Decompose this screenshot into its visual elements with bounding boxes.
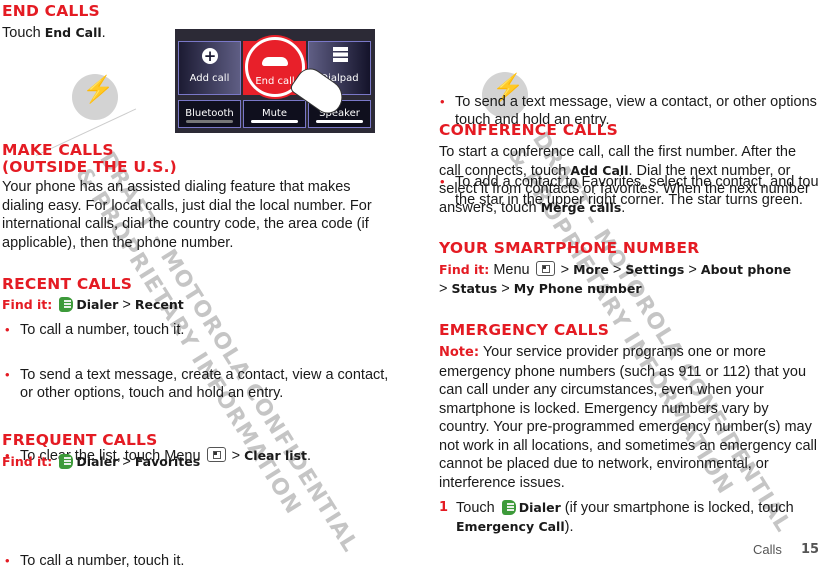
end-calls-text: Touch End Call.	[2, 24, 106, 43]
in-call-screen-image: + Add call End call End call Dialpad Blu…	[175, 29, 375, 133]
footer-section-name: Calls	[753, 542, 782, 557]
path-separator: >	[231, 447, 241, 464]
frequent-bullet-1: • To call a number, touch it.	[2, 552, 400, 571]
step-prefix: Touch	[456, 500, 495, 516]
path-separator: >	[612, 262, 622, 278]
path-settings: Settings	[625, 262, 685, 277]
frequent-bullet-1-text: To call a number, touch it.	[20, 553, 185, 569]
recent-calls-find-it: Find it: Dialer > Recent	[2, 296, 184, 315]
end-calls-text-suffix: .	[101, 25, 106, 41]
emergency-note: Note: Your service provider programs one…	[439, 343, 817, 492]
find-it-label: Find it:	[2, 297, 53, 312]
path-separator: >	[122, 297, 131, 313]
make-calls-heading: Make Calls (outside the U.S.)	[2, 142, 177, 176]
page-number: 15	[801, 542, 818, 557]
dialer-app-icon	[501, 500, 516, 515]
menu-label: Menu	[493, 262, 530, 278]
add-call-label: Add call	[189, 72, 230, 84]
path-dialer: Dialer	[76, 454, 119, 469]
emergency-call-label: Emergency Call	[456, 518, 565, 534]
bullet-dot: •	[5, 366, 10, 382]
conference-calls-body: To start a conference call, call the fir…	[439, 143, 814, 217]
step-number: 1	[439, 500, 449, 515]
dialer-app-icon	[59, 297, 74, 312]
find-it-label: Find it:	[2, 454, 53, 469]
path-recent: Recent	[134, 297, 184, 312]
emergency-calls-heading: Emergency Calls	[439, 321, 610, 339]
make-calls-body: Your phone has an assisted dialing featu…	[2, 179, 372, 251]
frequent-calls-heading: Frequent Calls	[2, 431, 158, 449]
dialer-app-icon	[59, 454, 74, 469]
menu-key-icon	[535, 261, 555, 276]
path-separator: >	[560, 262, 570, 278]
bullet-dot: •	[440, 93, 445, 109]
path-separator: >	[501, 280, 510, 297]
path-status: Status	[451, 280, 498, 296]
bullet-dot: •	[5, 322, 10, 337]
add-call-button: + Add call	[178, 41, 241, 95]
dialer-label: Dialer	[518, 500, 561, 515]
recent-bullet-1-text: To call a number, touch it.	[20, 322, 185, 338]
hang-up-phone-icon	[262, 57, 288, 66]
note-label: Note:	[439, 345, 480, 360]
path-my-phone-number: My Phone number	[513, 280, 642, 296]
recent-bullet-2: • To send a text message, create a contac…	[2, 366, 395, 403]
mute-toggle: Mute	[243, 100, 306, 128]
clear-list-label: Clear list	[244, 447, 307, 463]
bullet-dot: •	[5, 553, 10, 568]
smartphone-number-heading: Your Smartphone Number	[439, 239, 700, 257]
recent-calls-heading: Recent Calls	[2, 275, 133, 293]
make-calls-heading-line2: (outside the U.S.)	[2, 158, 177, 176]
path-dialer: Dialer	[76, 297, 119, 312]
motorola-logo-watermark-left	[72, 74, 118, 120]
menu-key-icon	[206, 446, 226, 462]
end-call-label: End Call	[44, 25, 102, 40]
speaker-indicator	[316, 120, 363, 123]
recent-bullet-2-text: To send a text message, create a contact…	[20, 366, 389, 402]
conference-text-3: .	[621, 199, 626, 216]
step-suffix: ).	[564, 518, 574, 535]
recent-bullet-1: • To call a number, touch it.	[2, 321, 400, 340]
make-calls-heading-line1: Make Calls	[2, 141, 114, 159]
path-more: More	[573, 262, 609, 277]
path-about-phone: About phone	[700, 262, 792, 277]
frequent-calls-find-it: Find it: Dialer > Favorites	[2, 453, 200, 472]
add-call-label: Add Call	[570, 162, 629, 178]
merge-calls-label: Merge calls	[540, 199, 622, 215]
path-separator: >	[439, 280, 448, 297]
dialpad-grid-icon	[333, 47, 348, 62]
smartphone-number-find-it: Find it: Menu > More > Settings > About …	[439, 261, 818, 298]
find-it-label: Find it:	[439, 262, 490, 277]
emergency-note-text: Your service provider programs one or mo…	[439, 344, 817, 491]
end-calls-text-prefix: Touch	[2, 25, 45, 41]
path-separator: >	[688, 262, 697, 278]
path-favorites: Favorites	[134, 454, 201, 469]
conference-calls-heading: Conference Calls	[439, 121, 619, 139]
plus-icon: +	[202, 47, 218, 65]
bluetooth-indicator-off	[186, 120, 233, 123]
bluetooth-toggle: Bluetooth	[178, 100, 241, 128]
mute-indicator	[251, 120, 298, 123]
end-calls-heading: End Calls	[2, 2, 100, 20]
emergency-step-1: 1 Touch Dialer (if your smartphone is loc…	[439, 499, 817, 536]
path-separator: >	[122, 454, 131, 470]
step-middle-text: (if your smartphone is locked, touch	[564, 500, 794, 516]
